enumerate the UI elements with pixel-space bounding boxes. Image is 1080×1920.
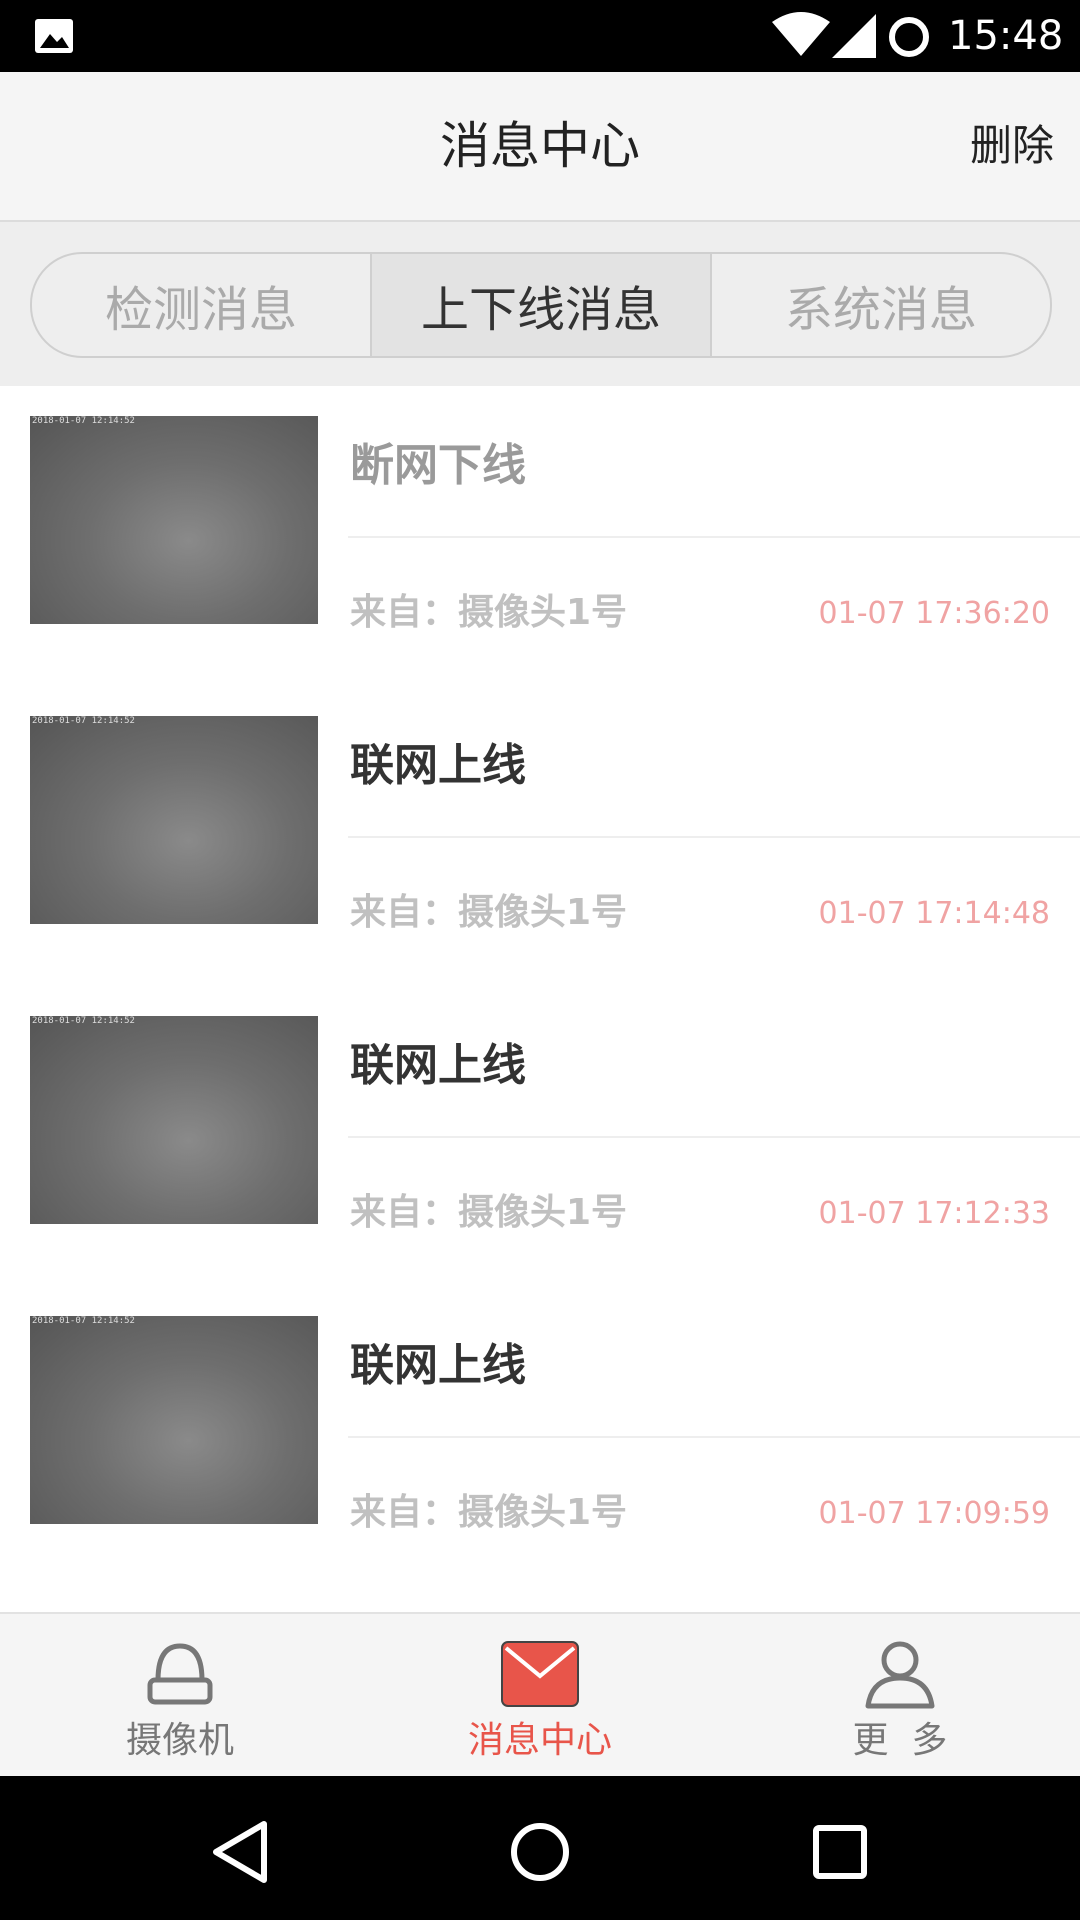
camera-snapshot: 2018-01-07 12:14:52 (30, 716, 318, 924)
camera-snapshot: 2018-01-07 12:14:52 (30, 1016, 318, 1224)
message-title: 联网上线 (350, 740, 526, 791)
message-source: 来自：摄像头1号 (350, 592, 628, 633)
snapshot-timestamp: 2018-01-07 12:14:52 (32, 716, 135, 726)
segmented-tabs: 检测消息 上下线消息 系统消息 (30, 252, 1052, 358)
system-nav-bar (0, 1776, 1080, 1920)
snapshot-timestamp: 2018-01-07 12:14:52 (32, 1316, 135, 1326)
message-title: 断网下线 (350, 440, 526, 491)
status-bar: 15:48 (0, 0, 1080, 72)
recents-icon[interactable] (800, 1812, 880, 1892)
message-time: 01-07 17:09:59 (818, 1496, 1050, 1531)
divider (348, 1436, 1080, 1438)
nav-message-center-label: 消息中心 (467, 1720, 612, 1761)
message-source: 来自：摄像头1号 (350, 892, 628, 933)
snapshot-timestamp: 2018-01-07 12:14:52 (32, 416, 135, 426)
divider (348, 536, 1080, 538)
message-title: 联网上线 (350, 1340, 526, 1391)
tab-online-offline-messages[interactable]: 上下线消息 (370, 254, 712, 356)
nav-message-center[interactable]: 消息中心 (360, 1614, 720, 1778)
mail-icon (501, 1641, 579, 1707)
gallery-icon (35, 19, 73, 53)
message-item[interactable]: 2018-01-07 12:14:52 联网上线 来自：摄像头1号 01-07 … (0, 686, 1080, 986)
nav-more-label: 更 多 (852, 1720, 948, 1761)
message-source: 来自：摄像头1号 (350, 1192, 628, 1233)
cell-signal-icon (832, 14, 876, 58)
home-icon[interactable] (500, 1812, 580, 1892)
nav-more[interactable]: 更 多 (720, 1614, 1080, 1778)
message-item[interactable]: 2018-01-07 12:14:52 断网下线 来自：摄像头1号 01-07 … (0, 386, 1080, 686)
message-item[interactable]: 2018-01-07 12:14:52 联网上线 来自：摄像头1号 01-07 … (0, 1286, 1080, 1586)
message-title: 联网上线 (350, 1040, 526, 1091)
message-list: 2018-01-07 12:14:52 断网下线 来自：摄像头1号 01-07 … (0, 386, 1080, 1612)
message-time: 01-07 17:14:48 (818, 896, 1050, 931)
delete-button[interactable]: 删除 (970, 120, 1054, 172)
camera-snapshot: 2018-01-07 12:14:52 (30, 1316, 318, 1524)
status-time: 15:48 (948, 13, 1064, 59)
page-title: 消息中心 (440, 117, 640, 175)
divider (348, 836, 1080, 838)
app-header: 消息中心 删除 (0, 72, 1080, 222)
tab-bar-area: 检测消息 上下线消息 系统消息 (0, 222, 1080, 386)
person-icon (865, 1641, 935, 1709)
camera-icon (147, 1643, 213, 1705)
snapshot-timestamp: 2018-01-07 12:14:52 (32, 1016, 135, 1026)
message-time: 01-07 17:36:20 (818, 596, 1050, 631)
message-time: 01-07 17:12:33 (818, 1196, 1050, 1231)
nav-camera[interactable]: 摄像机 (0, 1614, 360, 1778)
nav-camera-label: 摄像机 (125, 1720, 234, 1761)
camera-snapshot: 2018-01-07 12:14:52 (30, 416, 318, 624)
divider (348, 1136, 1080, 1138)
tab-detection-messages[interactable]: 检测消息 (32, 254, 370, 356)
wifi-icon (772, 12, 830, 56)
back-icon[interactable] (200, 1812, 280, 1892)
bottom-nav: 摄像机 消息中心 更 多 (0, 1612, 1080, 1778)
message-item[interactable]: 2018-01-07 12:14:52 联网上线 来自：摄像头1号 01-07 … (0, 986, 1080, 1286)
message-source: 来自：摄像头1号 (350, 1492, 628, 1533)
sync-icon (889, 17, 929, 57)
tab-system-messages[interactable]: 系统消息 (712, 254, 1050, 356)
